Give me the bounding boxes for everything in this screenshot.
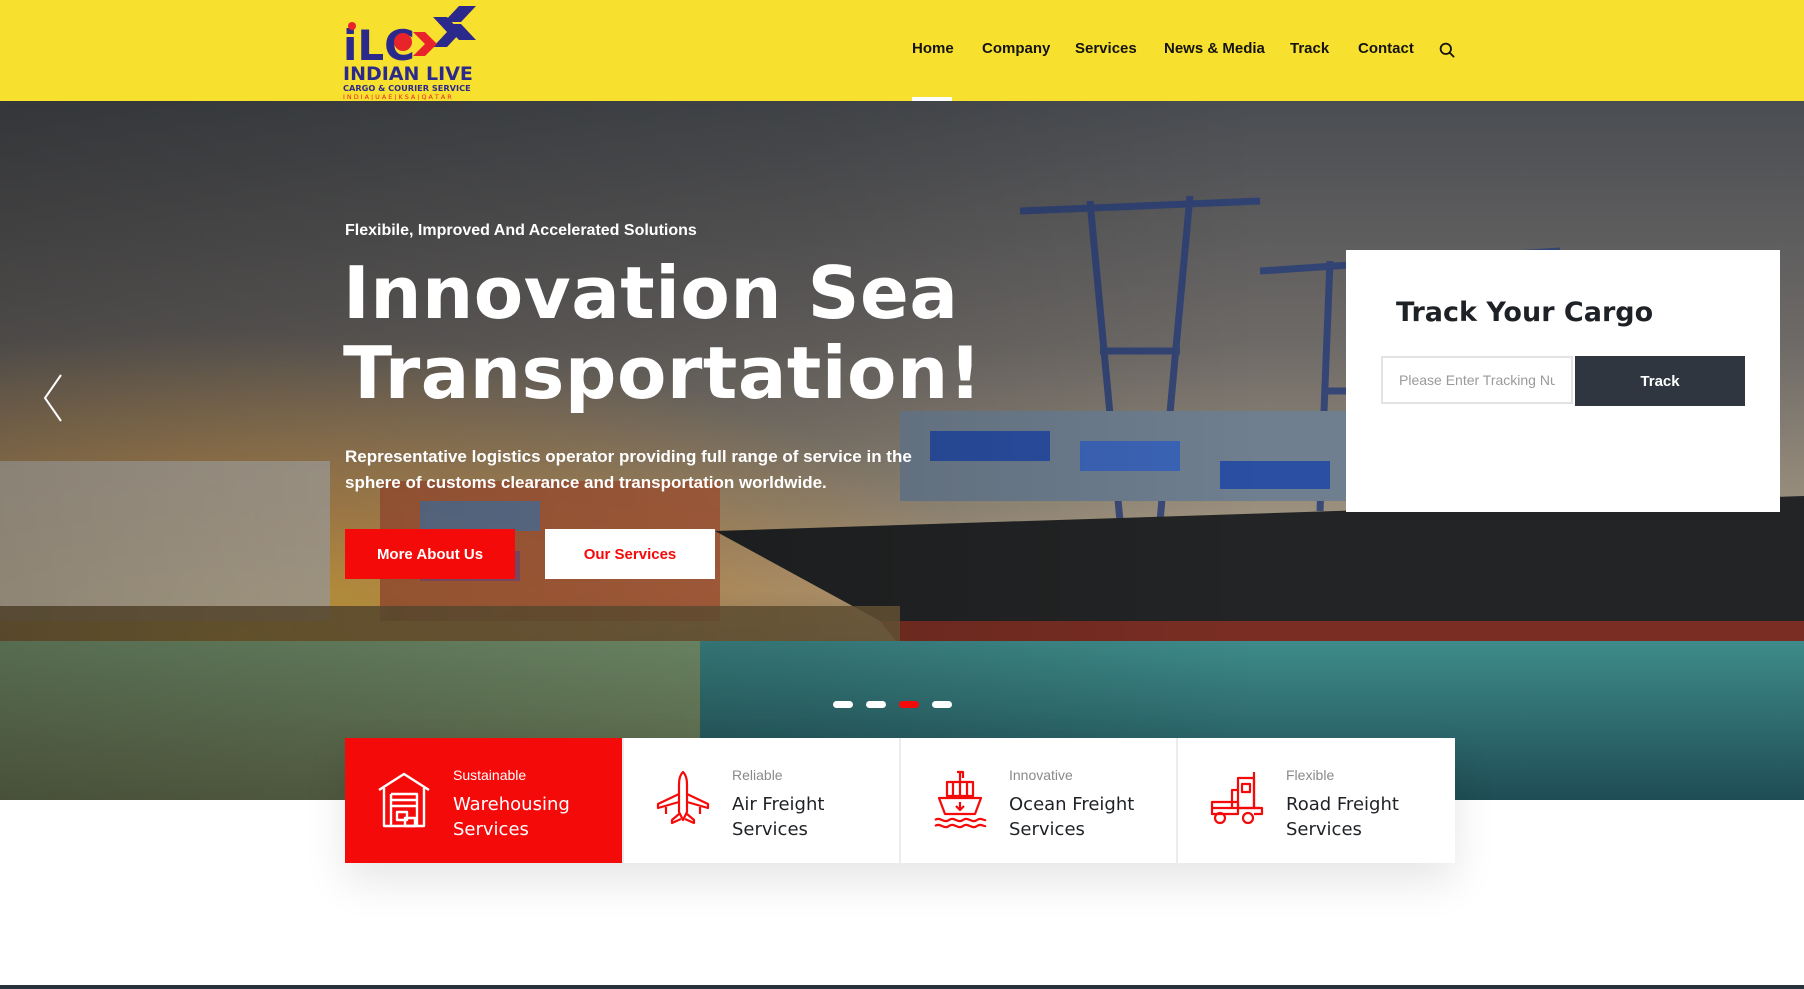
nav-news-media[interactable]: News & Media bbox=[1164, 40, 1265, 57]
service-tag: Sustainable bbox=[453, 767, 527, 783]
service-name: Ocean Freight Services bbox=[1009, 794, 1135, 840]
service-card-air-freight[interactable]: Reliable Air Freight Services bbox=[622, 738, 899, 863]
service-card-warehousing[interactable]: Sustainable Warehousing Services bbox=[345, 738, 622, 863]
tracking-number-input[interactable] bbox=[1381, 356, 1573, 404]
chevron-left-icon[interactable] bbox=[42, 373, 64, 423]
service-card-ocean-freight[interactable]: Innovative Ocean Freight Services bbox=[899, 738, 1176, 863]
service-tag: Innovative bbox=[1009, 767, 1073, 783]
nav-services[interactable]: Services bbox=[1075, 40, 1137, 57]
track-cargo-card: Track Your Cargo Track bbox=[1346, 250, 1780, 512]
track-button[interactable]: Track bbox=[1575, 356, 1745, 406]
airplane-icon bbox=[656, 770, 710, 825]
slider-dot-active[interactable] bbox=[899, 701, 919, 708]
hero-headline: Innovation Sea Transportation! bbox=[343, 253, 1063, 413]
services-bar: Sustainable Warehousing Services Reliabl… bbox=[345, 738, 1455, 863]
search-icon[interactable] bbox=[1439, 42, 1455, 58]
service-name: Road Freight Services bbox=[1286, 794, 1399, 840]
nav-contact[interactable]: Contact bbox=[1358, 40, 1414, 57]
truck-icon bbox=[1210, 772, 1264, 825]
nav-track[interactable]: Track bbox=[1290, 40, 1329, 57]
warehouse-icon bbox=[378, 772, 430, 828]
slider-dot[interactable] bbox=[932, 701, 952, 708]
more-about-us-button[interactable]: More About Us bbox=[345, 529, 515, 579]
ship-icon bbox=[934, 770, 987, 829]
slider-dot[interactable] bbox=[833, 701, 853, 708]
service-name: Warehousing Services bbox=[453, 794, 570, 840]
footer-edge bbox=[0, 985, 1804, 989]
our-services-button[interactable]: Our Services bbox=[545, 529, 715, 579]
site-header: iLC INDIAN LIVE CARGO & COURIER SERVICE … bbox=[0, 0, 1804, 101]
hero-eyebrow: Flexibile, Improved And Accelerated Solu… bbox=[345, 222, 697, 239]
nav-home[interactable]: Home bbox=[912, 40, 954, 57]
slider-dot[interactable] bbox=[866, 701, 886, 708]
company-logo[interactable]: iLC INDIAN LIVE CARGO & COURIER SERVICE … bbox=[343, 2, 493, 100]
service-tag: Reliable bbox=[732, 767, 783, 783]
service-card-road-freight[interactable]: Flexible Road Freight Services bbox=[1176, 738, 1453, 863]
service-name: Air Freight Services bbox=[732, 794, 825, 840]
hero-headline-line2: Transportation! bbox=[343, 331, 983, 415]
logo-tagline: CARGO & COURIER SERVICE bbox=[343, 83, 471, 93]
logo-regions: I N D I A | U A E | K S A | Q A T A R bbox=[343, 93, 452, 100]
nav-company[interactable]: Company bbox=[982, 40, 1050, 57]
hero-description: Representative logistics operator provid… bbox=[345, 447, 912, 492]
service-tag: Flexible bbox=[1286, 767, 1335, 783]
hero-headline-line1: Innovation Sea bbox=[343, 251, 959, 335]
logo-name: INDIAN LIVE bbox=[343, 63, 473, 85]
track-title: Track Your Cargo bbox=[1396, 297, 1654, 328]
